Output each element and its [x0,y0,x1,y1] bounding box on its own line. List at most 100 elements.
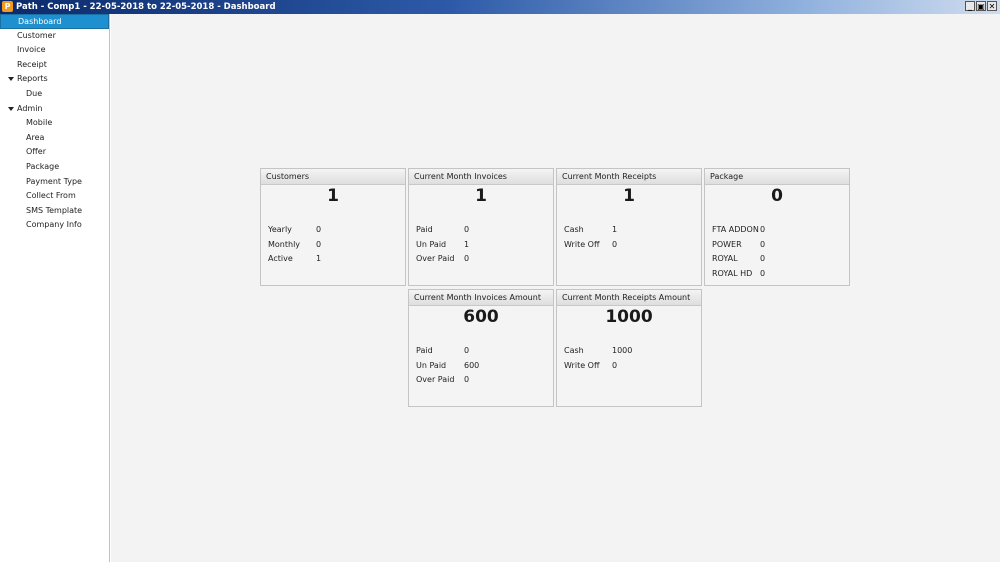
card-row: Paid 0 [416,223,546,238]
sidebar-item-receipt[interactable]: Receipt [0,58,109,73]
row-value: 0 [316,239,322,249]
row-value: 0 [464,254,470,264]
row-value: 1000 [612,346,633,355]
row-label: ROYAL [712,254,738,264]
card-rows: Paid 0 Un Paid 1 Over Paid 0 [416,223,546,267]
card-value: 1 [475,186,487,206]
sidebar-item-package[interactable]: Package [0,160,109,175]
card-value: 1 [623,186,635,206]
close-button[interactable]: ✕ [987,1,997,11]
card-row: ROYAL 0 [712,252,842,267]
row-value: 0 [760,268,766,278]
row-label: Paid [416,346,433,355]
window-controls: _ ▣ ✕ [965,1,997,11]
app-logo-icon: P [2,1,13,12]
card-row: Un Paid 600 [416,359,546,374]
card-title: Current Month Invoices Amount [409,290,553,306]
sidebar-item-reports[interactable]: Reports [0,72,109,87]
package-card: Package 0 FTA ADDON 0 POWER 0 ROYAL 0 ROYAL… [704,168,850,286]
sidebar-item-label: Invoice [17,45,46,55]
card-value: 1000 [605,307,653,327]
row-label: Active [268,254,293,264]
card-row: Write Off 0 [564,359,694,374]
customers-card: Customers 1 Yearly 0 Monthly 0 Active 1 [260,168,406,286]
card-row: Monthly 0 [268,238,398,253]
row-value: 0 [464,225,470,234]
minimize-button[interactable]: _ [965,1,975,11]
sidebar-item-company-info[interactable]: Company Info [0,218,109,233]
sidebar-item-dashboard[interactable]: Dashboard [0,14,109,29]
row-label: ROYAL HD [712,268,753,278]
card-row: Cash 1000 [564,344,694,359]
current-month-receipts-card: Current Month Receipts 1 Cash 1 Write Off… [556,168,702,286]
sidebar-item-mobile[interactable]: Mobile [0,116,109,131]
sidebar-item-invoice[interactable]: Invoice [0,43,109,58]
row-value: 1 [464,239,470,249]
row-value: 0 [612,239,618,249]
sidebar-item-label: Area [26,132,45,142]
expand-arrow-icon[interactable] [8,106,14,111]
row-value: 0 [464,375,470,385]
expand-arrow-icon[interactable] [8,77,14,82]
card-row: Active 1 [268,252,398,267]
card-row: POWER 0 [712,238,842,253]
card-value: 1 [327,186,339,206]
card-row: Yearly 0 [268,223,398,238]
sidebar-item-label: Package [26,161,60,171]
sidebar-item-offer[interactable]: Offer [0,145,109,160]
row-label: Over Paid [416,254,455,264]
row-label: Un Paid [416,360,447,370]
card-rows: Paid 0 Un Paid 600 Over Paid 0 [416,344,546,388]
card-row: Over Paid 0 [416,373,546,388]
sidebar-item-label: SMS Template [26,205,83,215]
sidebar: Dashboard Customer Invoice Receipt Repor… [0,14,110,562]
card-row: ROYAL HD 0 [712,267,842,282]
card-value: 600 [463,307,499,327]
sidebar-item-admin[interactable]: Admin [0,102,109,117]
sidebar-item-label: Admin [17,103,43,113]
sidebar-item-label: Reports [17,74,48,84]
row-value: 0 [464,346,470,355]
card-row: FTA ADDON 0 [712,223,842,238]
sidebar-item-collect-from[interactable]: Collect From [0,189,109,204]
row-value: 0 [760,254,766,264]
card-title: Package [705,169,849,185]
row-label: Cash [564,346,584,355]
card-title: Customers [261,169,405,185]
card-row: Un Paid 1 [416,238,546,253]
sidebar-item-label: Collect From [26,191,76,201]
row-label: POWER [712,239,742,249]
row-value: 0 [316,225,322,234]
sidebar-item-sms-template[interactable]: SMS Template [0,204,109,219]
restore-button[interactable]: ▣ [976,1,986,11]
row-label: Paid [416,225,433,234]
sidebar-item-payment-type[interactable]: Payment Type [0,175,109,190]
row-value: 0 [760,225,766,234]
card-rows: Cash 1000 Write Off 0 [564,344,694,373]
sidebar-item-area[interactable]: Area [0,131,109,146]
current-month-invoices-card: Current Month Invoices 1 Paid 0 Un Paid 1 … [408,168,554,286]
card-rows: Yearly 0 Monthly 0 Active 1 [268,223,398,267]
row-label: Yearly [268,225,292,234]
dashboard-panel: Customers 1 Yearly 0 Monthly 0 Active 1 Cur… [111,14,1000,562]
card-value: 0 [771,186,783,206]
row-value: 1 [316,254,322,264]
row-label: Write Off [564,239,600,249]
sidebar-item-due[interactable]: Due [0,87,109,102]
card-row: Write Off 0 [564,238,694,253]
card-title: Current Month Receipts Amount [557,290,701,306]
card-title: Current Month Invoices [409,169,553,185]
row-label: Write Off [564,360,600,370]
row-label: Over Paid [416,375,455,385]
row-value: 0 [612,360,618,370]
card-row: Paid 0 [416,344,546,359]
current-month-invoices-amount-card: Current Month Invoices Amount 600 Paid 0 … [408,289,554,407]
window-title: Path - Comp1 - 22-05-2018 to 22-05-2018 … [16,2,276,12]
sidebar-item-label: Offer [26,147,47,157]
row-label: Un Paid [416,239,447,249]
row-label: Cash [564,225,584,234]
sidebar-item-label: Due [26,88,43,98]
sidebar-item-customer[interactable]: Customer [0,29,109,44]
row-value: 1 [612,225,618,234]
row-label: FTA ADDON [712,225,759,234]
